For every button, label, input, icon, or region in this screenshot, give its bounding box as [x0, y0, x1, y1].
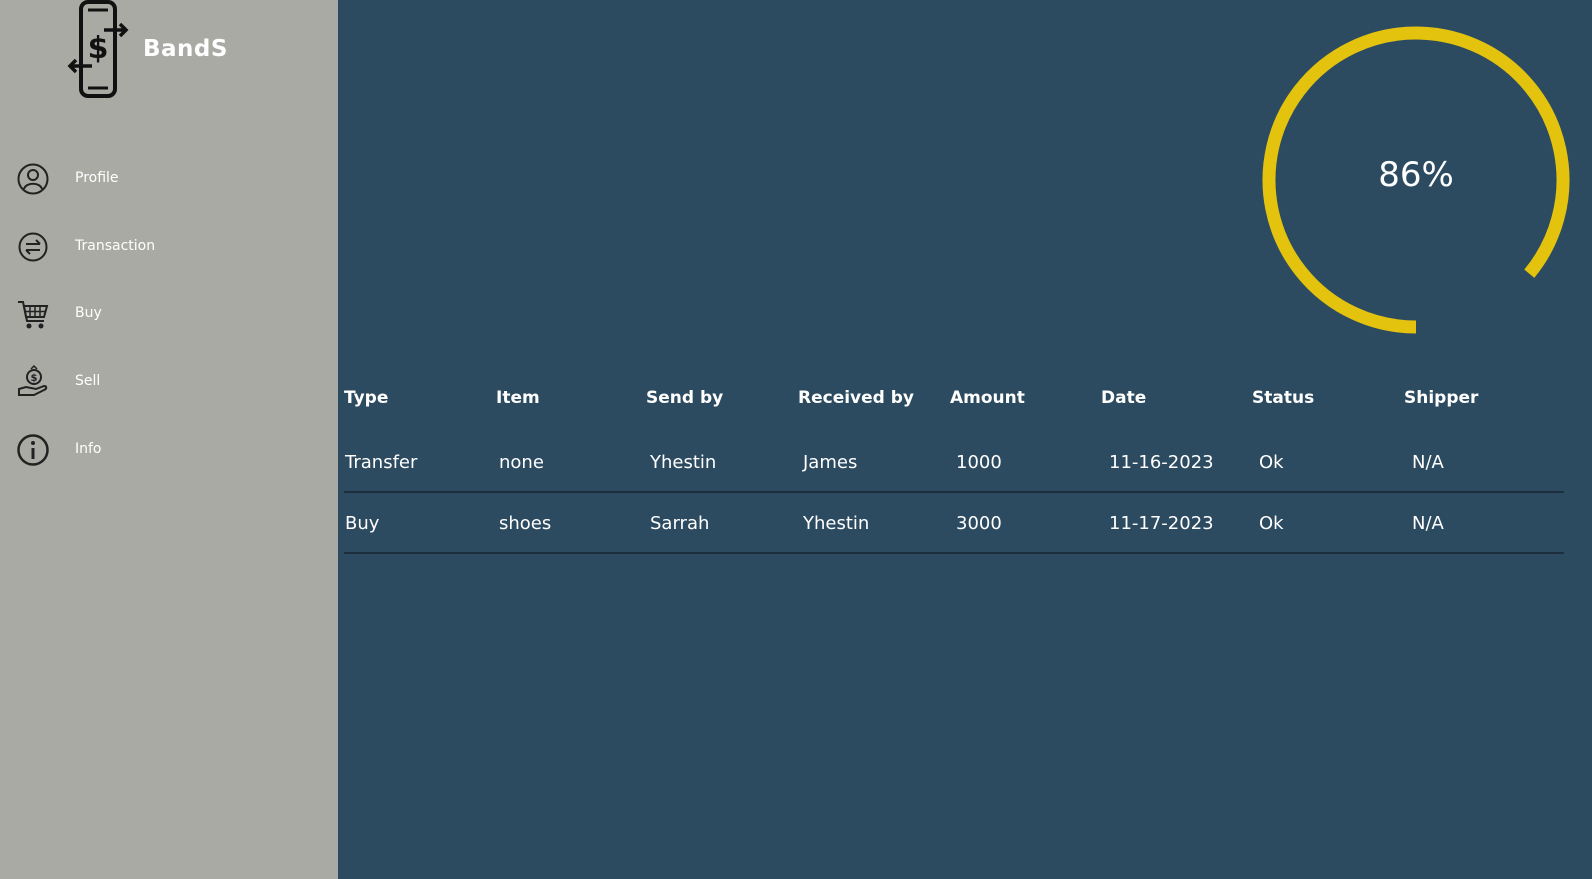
sidebar-item-sell[interactable]: $ Sell	[0, 356, 338, 406]
sidebar-item-profile[interactable]: Profile	[0, 153, 338, 203]
table-cell-item: none	[499, 452, 544, 473]
table-cell-date: 11-17-2023	[1109, 513, 1214, 534]
column-header-type: Type	[344, 388, 389, 408]
table-cell-amount: 3000	[956, 513, 1002, 534]
table-row[interactable]: Transfer none Yhestin James 1000 11-16-2023 Ok…	[344, 430, 1564, 493]
sidebar-item-label: Info	[75, 441, 102, 457]
info-icon	[17, 434, 49, 466]
transaction-icon	[18, 232, 48, 262]
table-row[interactable]: Buy shoes Sarrah Yhestin 3000 11-17-2023 Ok N/A	[344, 491, 1564, 554]
phone-dollar-logo-icon: $	[67, 0, 129, 98]
sidebar-item-label: Transaction	[75, 238, 156, 254]
gauge-percentage: 86%	[1378, 155, 1454, 195]
svg-text:$: $	[88, 31, 109, 66]
table-cell-status: Ok	[1259, 513, 1284, 534]
sidebar-item-label: Buy	[75, 305, 102, 321]
column-header-status: Status	[1252, 388, 1315, 408]
sidebar-item-label: Profile	[75, 170, 119, 186]
table-cell-send-by: Yhestin	[650, 452, 717, 473]
column-header-item: Item	[496, 388, 540, 408]
table-cell-date: 11-16-2023	[1109, 452, 1214, 473]
brand-name: BandS	[143, 36, 228, 62]
column-header-shipper: Shipper	[1404, 388, 1479, 408]
table-cell-received-by: James	[803, 452, 858, 473]
svg-text:$: $	[31, 373, 38, 384]
table-cell-item: shoes	[499, 513, 552, 534]
column-header-date: Date	[1101, 388, 1147, 408]
table-cell-type: Buy	[345, 513, 380, 534]
table-cell-shipper: N/A	[1412, 452, 1444, 473]
sidebar-item-buy[interactable]: Buy	[0, 288, 338, 338]
table-cell-received-by: Yhestin	[803, 513, 870, 534]
column-header-received-by: Received by	[798, 388, 915, 408]
sidebar-item-label: Sell	[75, 373, 101, 389]
table-cell-status: Ok	[1259, 452, 1284, 473]
cart-icon	[18, 301, 49, 329]
table-cell-shipper: N/A	[1412, 513, 1444, 534]
table-cell-send-by: Sarrah	[650, 513, 710, 534]
table-cell-type: Transfer	[345, 452, 418, 473]
column-header-send-by: Send by	[646, 388, 724, 408]
table-cell-amount: 1000	[956, 452, 1002, 473]
sidebar-item-transaction[interactable]: Transaction	[0, 221, 338, 271]
column-header-amount: Amount	[950, 388, 1025, 408]
profile-icon	[17, 163, 49, 195]
money-hand-icon: $	[18, 365, 48, 396]
sidebar: $ BandS Profile Transaction Buy $ Sell I…	[0, 0, 338, 879]
sidebar-item-info[interactable]: Info	[0, 424, 338, 474]
